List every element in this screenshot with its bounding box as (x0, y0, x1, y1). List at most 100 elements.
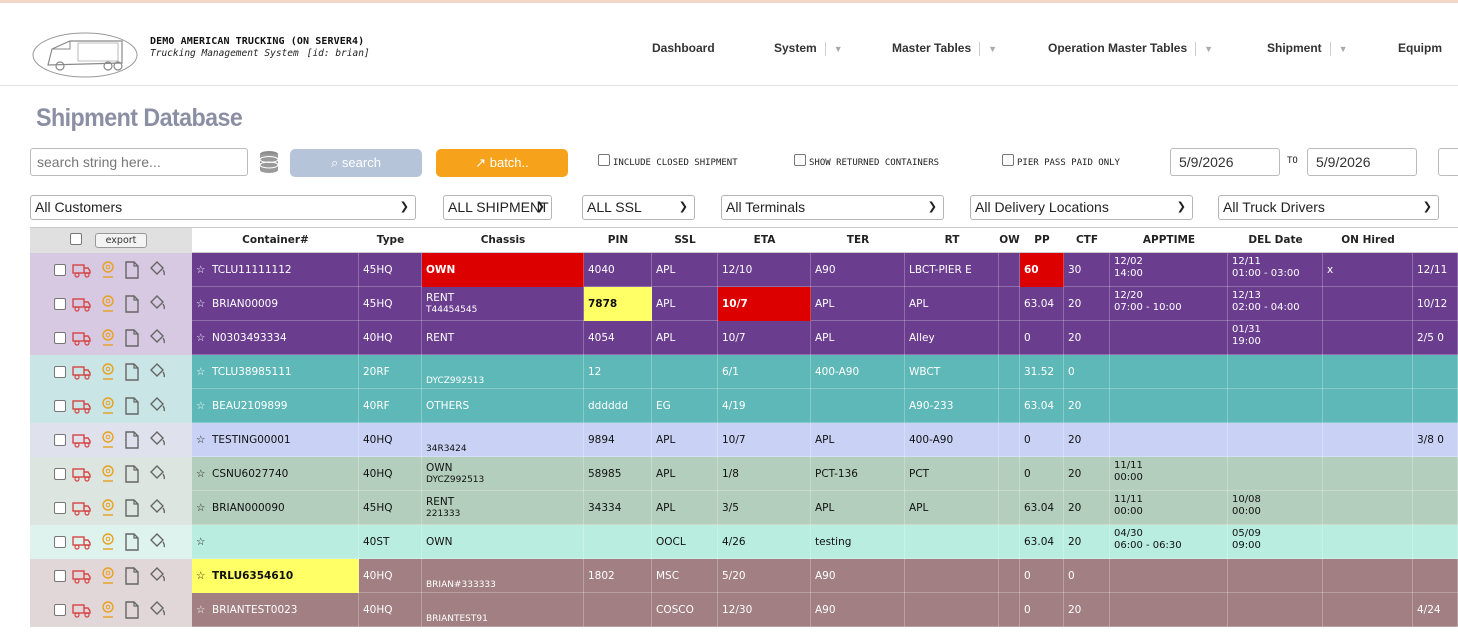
column-header[interactable]: Chassis (422, 228, 584, 254)
table-row[interactable]: ☆ 40ST OWN OOCL 4/26 testing 63.04 20 04/30 06:00… (30, 525, 1458, 559)
paint-bucket-icon[interactable] (148, 329, 168, 347)
column-header[interactable]: Container# (192, 228, 359, 254)
driver-select[interactable]: All Truck Drivers ❯ (1218, 195, 1439, 220)
paint-bucket-icon[interactable] (148, 499, 168, 517)
row-checkbox[interactable] (54, 570, 66, 582)
map-pin-icon[interactable] (100, 363, 116, 381)
table-row[interactable]: ☆ BEAU2109899 40RF OTHERS dddddd EG 4/19 A90-23… (30, 389, 1458, 423)
date-from-field[interactable]: 5/9/2026 (1170, 148, 1280, 176)
row-checkbox[interactable] (54, 536, 66, 548)
row-checkbox[interactable] (54, 366, 66, 378)
map-pin-icon[interactable] (100, 295, 116, 313)
truck-icon[interactable] (72, 397, 92, 415)
nav-dashboard[interactable]: Dashboard (652, 41, 715, 55)
truck-icon[interactable] (72, 431, 92, 449)
date-to-field[interactable]: 5/9/2026 (1307, 148, 1417, 176)
row-checkbox[interactable] (54, 298, 66, 310)
document-icon[interactable] (124, 329, 140, 347)
map-pin-icon[interactable] (100, 431, 116, 449)
table-row[interactable]: ☆ CSNU6027740 40HQ OWN DYCZ992513 58985 APL 1/8… (30, 457, 1458, 491)
star-icon[interactable]: ☆ (196, 559, 212, 593)
table-row[interactable]: ☆ BRIAN00009 45HQ RENT T44454545 7878 APL 10/7 A… (30, 287, 1458, 321)
document-icon[interactable] (124, 261, 140, 279)
date-extra-field[interactable] (1438, 148, 1458, 176)
nav-master-tables[interactable]: Master Tables ▼ (892, 41, 997, 56)
document-icon[interactable] (124, 499, 140, 517)
paint-bucket-icon[interactable] (148, 397, 168, 415)
export-button[interactable]: export (95, 233, 147, 248)
column-header[interactable]: RT (905, 228, 999, 254)
table-row[interactable]: ☆ TCLU11111112 45HQ OWN 4040 APL 12/10 A90 LBCT-… (30, 253, 1458, 287)
table-row[interactable]: ☆ BRIAN000090 45HQ RENT 221333 34334 APL 3/5 APL… (30, 491, 1458, 525)
truck-icon[interactable] (72, 329, 92, 347)
truck-icon[interactable] (72, 363, 92, 381)
column-header[interactable]: CTF (1064, 228, 1110, 254)
map-pin-icon[interactable] (100, 465, 116, 483)
nav-shipment[interactable]: Shipment ▼ (1267, 41, 1348, 56)
select-all-checkbox[interactable] (70, 233, 82, 245)
database-icon[interactable] (258, 150, 280, 174)
star-icon[interactable]: ☆ (196, 423, 212, 457)
star-icon[interactable]: ☆ (196, 321, 212, 355)
column-header[interactable]: ETA (718, 228, 811, 254)
map-pin-icon[interactable] (100, 601, 116, 619)
map-pin-icon[interactable] (100, 567, 116, 585)
paint-bucket-icon[interactable] (148, 601, 168, 619)
map-pin-icon[interactable] (100, 261, 116, 279)
paint-bucket-icon[interactable] (148, 363, 168, 381)
truck-icon[interactable] (72, 295, 92, 313)
truck-icon[interactable] (72, 499, 92, 517)
table-row[interactable]: ☆ TRLU6354610 40HQ BRIAN#333333 1802 MSC 5/20 A… (30, 559, 1458, 593)
column-header[interactable]: DEL Date (1228, 228, 1323, 254)
delivery-select[interactable]: All Delivery Locations ❯ (970, 195, 1193, 220)
star-icon[interactable]: ☆ (196, 491, 212, 525)
nav-equipment[interactable]: Equipm (1398, 41, 1442, 55)
document-icon[interactable] (124, 431, 140, 449)
customer-select[interactable]: All Customers ❯ (30, 195, 416, 220)
paint-bucket-icon[interactable] (148, 465, 168, 483)
map-pin-icon[interactable] (100, 397, 116, 415)
truck-icon[interactable] (72, 601, 92, 619)
row-checkbox[interactable] (54, 604, 66, 616)
table-row[interactable]: ☆ TESTING00001 40HQ 34R3424 9894 APL 10/7 APL 40… (30, 423, 1458, 457)
map-pin-icon[interactable] (100, 499, 116, 517)
map-pin-icon[interactable] (100, 329, 116, 347)
truck-icon[interactable] (72, 261, 92, 279)
column-header[interactable]: OW (999, 228, 1020, 254)
paint-bucket-icon[interactable] (148, 261, 168, 279)
document-icon[interactable] (124, 567, 140, 585)
include-closed-checkbox[interactable] (598, 154, 610, 166)
document-icon[interactable] (124, 397, 140, 415)
include-closed-option[interactable]: INCLUDE CLOSED SHIPMENT (598, 154, 738, 168)
star-icon[interactable]: ☆ (196, 287, 212, 321)
table-row[interactable]: ☆ TCLU38985111 20RF DYCZ992513 12 6/1 400-A90 W… (30, 355, 1458, 389)
show-returned-option[interactable]: SHOW RETURNED CONTAINERS (794, 154, 939, 168)
column-header[interactable]: PIN (584, 228, 652, 254)
star-icon[interactable]: ☆ (196, 253, 212, 287)
row-checkbox[interactable] (54, 264, 66, 276)
star-icon[interactable]: ☆ (196, 457, 212, 491)
star-icon[interactable]: ☆ (196, 525, 212, 559)
nav-system[interactable]: System ▼ (774, 41, 843, 56)
map-pin-icon[interactable] (100, 533, 116, 551)
document-icon[interactable] (124, 363, 140, 381)
terminal-select[interactable]: All Terminals ❯ (721, 195, 944, 220)
document-icon[interactable] (124, 533, 140, 551)
nav-operation-master-tables[interactable]: Operation Master Tables ▼ (1048, 41, 1213, 56)
star-icon[interactable]: ☆ (196, 593, 212, 627)
row-checkbox[interactable] (54, 502, 66, 514)
row-checkbox[interactable] (54, 332, 66, 344)
ssl-select[interactable]: ALL SSL ❯ (582, 195, 695, 220)
truck-icon[interactable] (72, 465, 92, 483)
batch-button[interactable]: ↗ batch.. (436, 149, 568, 177)
row-checkbox[interactable] (54, 468, 66, 480)
search-input[interactable] (30, 148, 248, 176)
pier-pass-checkbox[interactable] (1002, 154, 1014, 166)
row-checkbox[interactable] (54, 400, 66, 412)
star-icon[interactable]: ☆ (196, 389, 212, 423)
column-header[interactable]: Type (359, 228, 422, 254)
paint-bucket-icon[interactable] (148, 533, 168, 551)
paint-bucket-icon[interactable] (148, 295, 168, 313)
pier-pass-option[interactable]: PIER PASS PAID ONLY (1002, 154, 1120, 168)
search-button[interactable]: ⌕ search (290, 149, 422, 177)
